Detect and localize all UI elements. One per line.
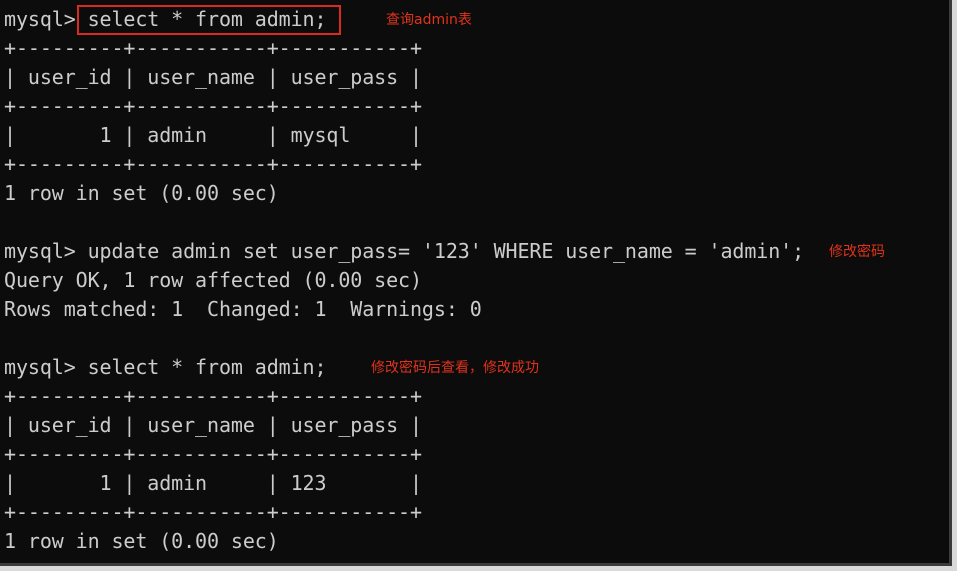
annotation-change-password: 修改密码 [829,244,885,260]
terminal-line-table-border: +---------+-----------+-----------+ [4,36,422,60]
terminal-line-result-count: 1 row in set (0.00 sec) [4,181,279,205]
terminal-line-table-border: +---------+-----------+-----------+ [4,94,422,118]
terminal-line-prompt-select-2: mysql> select * from admin; [4,355,327,379]
terminal-line-prompt-update: mysql> update admin set user_pass= '123'… [4,239,805,263]
terminal-line-table-border: +---------+-----------+-----------+ [4,500,422,524]
terminal-line-table-border: +---------+-----------+-----------+ [4,442,422,466]
terminal-window[interactable]: mysql> select * from admin; +---------+-… [0,0,952,566]
terminal-line-table-header: | user_id | user_name | user_pass | [4,65,422,89]
annotation-verify-success: 修改密码后查看，修改成功 [371,360,539,376]
terminal-line-table-row: | 1 | admin | 123 | [4,471,422,495]
terminal-line-prompt-select-1: mysql> select * from admin; [4,7,327,31]
terminal-line-query-ok: Query OK, 1 row affected (0.00 sec) [4,268,422,292]
annotation-query-admin: 查询admin表 [386,12,472,28]
terminal-line-table-border: +---------+-----------+-----------+ [4,152,422,176]
terminal-line-result-count: 1 row in set (0.00 sec) [4,529,279,553]
terminal-line-rows-matched: Rows matched: 1 Changed: 1 Warnings: 0 [4,297,482,321]
terminal-line-table-header: | user_id | user_name | user_pass | [4,413,422,437]
terminal-line-table-row: | 1 | admin | mysql | [4,123,422,147]
terminal-line-table-border: +---------+-----------+-----------+ [4,384,422,408]
